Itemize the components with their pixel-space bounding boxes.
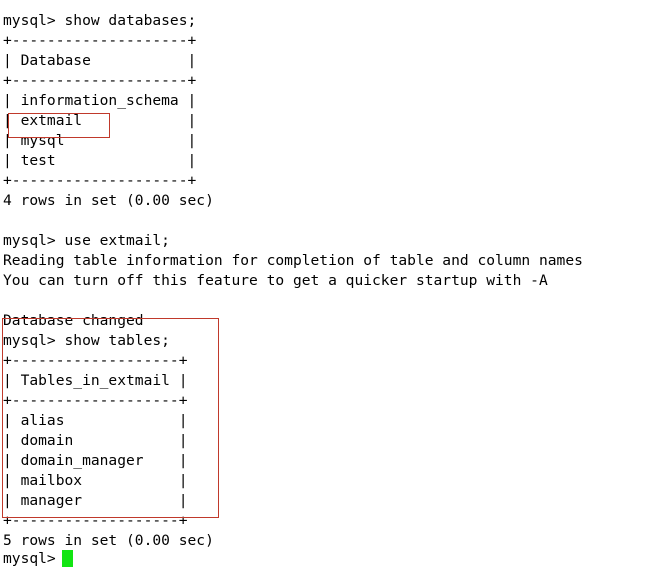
console-line: | mailbox | [3,472,188,489]
console-line: 4 rows in set (0.00 sec) [3,192,214,209]
console-line: +--------------------+ [3,172,197,189]
console-line: Reading table information for completion… [3,252,583,269]
console-line: | Database | [3,52,197,69]
console-line: | manager | [3,492,188,509]
terminal-window[interactable]: mysql> show databases; +-----------------… [0,0,672,580]
console-line: mysql> use extmail; [3,232,170,249]
console-line: +-------------------+ [3,392,188,409]
console-line: +--------------------+ [3,32,197,49]
console-line: +-------------------+ [3,512,188,529]
prompt-line: mysql> [3,549,65,569]
console-line: | domain | [3,432,188,449]
console-line: 5 rows in set (0.00 sec) [3,532,214,549]
block-cursor-icon [62,550,73,567]
console-line: mysql> show databases; [3,12,197,29]
console-line: | extmail | [3,112,197,129]
console-line: | Tables_in_extmail | [3,372,188,389]
console-line: Database changed [3,312,144,329]
console-line: +--------------------+ [3,72,197,89]
console-line: | mysql | [3,132,197,149]
prompt-text: mysql> [3,550,65,567]
console-line: | alias | [3,412,188,429]
console-line: | information_schema | [3,92,197,109]
console-line: mysql> show tables; [3,332,170,349]
console-line: You can turn off this feature to get a q… [3,272,548,289]
console-line: | domain_manager | [3,452,188,469]
console-line: | test | [3,152,197,169]
console-line: +-------------------+ [3,352,188,369]
console-output: mysql> show databases; +-----------------… [3,11,583,571]
